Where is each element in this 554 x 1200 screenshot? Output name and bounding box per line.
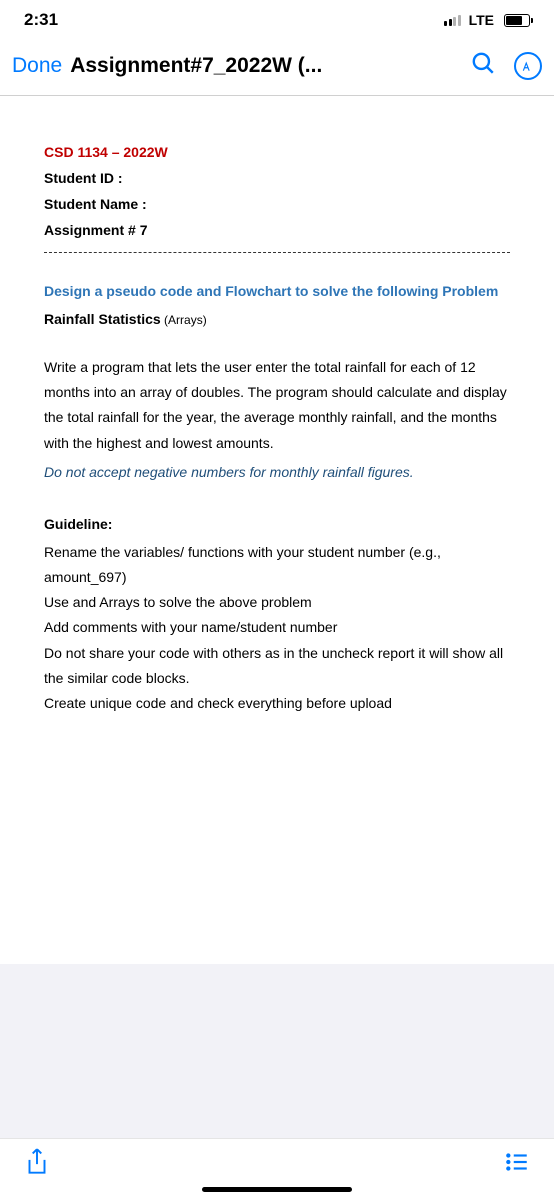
guideline-item: Do not share your code with others as in… (44, 641, 510, 691)
signal-icon (444, 15, 461, 26)
document-title: Assignment#7_2022W (... (70, 54, 462, 78)
student-id-label: Student ID : (44, 170, 510, 186)
problem-instruction: Design a pseudo code and Flowchart to so… (44, 283, 510, 299)
status-bar: 2:31 LTE (0, 0, 554, 40)
problem-name: Rainfall Statistics (Arrays) (44, 311, 510, 327)
done-button[interactable]: Done (12, 54, 62, 78)
markup-icon[interactable] (514, 52, 542, 80)
guideline-item: Add comments with your name/student numb… (44, 615, 510, 640)
guideline-item: Rename the variables/ functions with you… (44, 540, 510, 590)
battery-icon (504, 14, 530, 27)
student-name-label: Student Name : (44, 196, 510, 212)
guideline-item: Use and Arrays to solve the above proble… (44, 590, 510, 615)
course-code: CSD 1134 – 2022W (44, 144, 510, 160)
guideline-heading: Guideline: (44, 516, 510, 532)
nav-bar: Done Assignment#7_2022W (... (0, 40, 554, 96)
list-icon[interactable] (504, 1147, 530, 1182)
search-icon[interactable] (470, 50, 496, 81)
home-indicator[interactable] (202, 1187, 352, 1192)
problem-constraint: Do not accept negative numbers for month… (44, 464, 510, 480)
guideline-item: Create unique code and check everything … (44, 691, 510, 716)
status-time: 2:31 (24, 10, 58, 30)
problem-description: Write a program that lets the user enter… (44, 355, 510, 456)
share-icon[interactable] (24, 1147, 50, 1182)
document-content: CSD 1134 – 2022W Student ID : Student Na… (0, 96, 554, 964)
assignment-number: Assignment # 7 (44, 222, 510, 238)
divider (44, 252, 510, 253)
network-label: LTE (469, 12, 494, 28)
status-indicators: LTE (444, 12, 530, 28)
